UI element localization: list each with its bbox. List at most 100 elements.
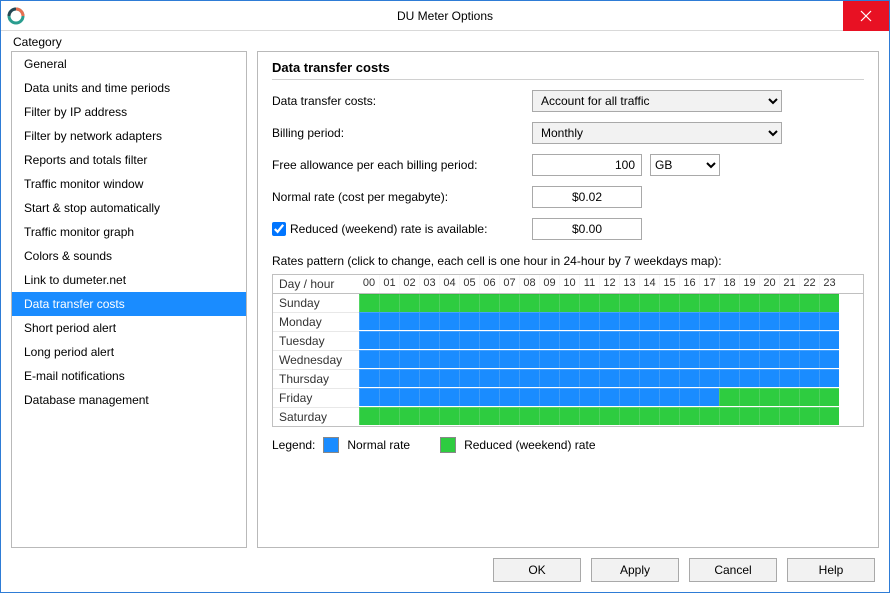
rate-cell[interactable] <box>419 388 439 406</box>
close-button[interactable] <box>843 1 889 31</box>
rate-cell[interactable] <box>779 407 799 425</box>
rate-cell[interactable] <box>359 331 379 349</box>
rate-cell[interactable] <box>759 388 779 406</box>
rate-cell[interactable] <box>679 350 699 368</box>
rate-cell[interactable] <box>379 294 399 312</box>
rate-cell[interactable] <box>759 350 779 368</box>
rate-cell[interactable] <box>699 388 719 406</box>
rate-cell[interactable] <box>639 388 659 406</box>
rate-cell[interactable] <box>439 331 459 349</box>
rate-cell[interactable] <box>539 312 559 330</box>
sidebar-item[interactable]: Database management <box>12 388 246 412</box>
rate-cell[interactable] <box>459 294 479 312</box>
rate-cell[interactable] <box>539 331 559 349</box>
rate-cell[interactable] <box>619 369 639 387</box>
rate-cell[interactable] <box>819 350 839 368</box>
rate-cell[interactable] <box>539 388 559 406</box>
rate-cell[interactable] <box>599 369 619 387</box>
ok-button[interactable]: OK <box>493 558 581 582</box>
rate-cell[interactable] <box>499 407 519 425</box>
rate-cell[interactable] <box>659 312 679 330</box>
rate-cell[interactable] <box>559 369 579 387</box>
rate-cell[interactable] <box>499 350 519 368</box>
rate-cell[interactable] <box>699 294 719 312</box>
rate-cell[interactable] <box>439 369 459 387</box>
rate-cell[interactable] <box>599 407 619 425</box>
rate-cell[interactable] <box>419 369 439 387</box>
rate-cell[interactable] <box>499 388 519 406</box>
cancel-button[interactable]: Cancel <box>689 558 777 582</box>
rate-cell[interactable] <box>559 331 579 349</box>
rate-cell[interactable] <box>719 407 739 425</box>
rate-cell[interactable] <box>479 350 499 368</box>
rate-cell[interactable] <box>779 369 799 387</box>
rate-cell[interactable] <box>399 350 419 368</box>
rate-cell[interactable] <box>819 388 839 406</box>
rate-cell[interactable] <box>359 350 379 368</box>
rate-cell[interactable] <box>519 388 539 406</box>
rate-cell[interactable] <box>359 369 379 387</box>
rate-cell[interactable] <box>719 350 739 368</box>
rates-pattern-grid[interactable]: Day / hour000102030405060708091011121314… <box>272 274 864 427</box>
rate-cell[interactable] <box>639 369 659 387</box>
rate-cell[interactable] <box>479 312 499 330</box>
rate-cell[interactable] <box>539 369 559 387</box>
rate-cell[interactable] <box>459 350 479 368</box>
rate-cell[interactable] <box>439 350 459 368</box>
sidebar-item[interactable]: Traffic monitor window <box>12 172 246 196</box>
sidebar-item[interactable]: Filter by network adapters <box>12 124 246 148</box>
rate-cell[interactable] <box>579 294 599 312</box>
input-free-allowance[interactable] <box>532 154 642 176</box>
rate-cell[interactable] <box>459 312 479 330</box>
rate-cell[interactable] <box>559 388 579 406</box>
sidebar-item[interactable]: Start & stop automatically <box>12 196 246 220</box>
rate-cell[interactable] <box>779 312 799 330</box>
rate-cell[interactable] <box>439 312 459 330</box>
rate-cell[interactable] <box>779 388 799 406</box>
rate-cell[interactable] <box>639 331 659 349</box>
rate-cell[interactable] <box>659 369 679 387</box>
sidebar-item[interactable]: Link to dumeter.net <box>12 268 246 292</box>
rate-cell[interactable] <box>519 369 539 387</box>
rate-cell[interactable] <box>459 331 479 349</box>
rate-cell[interactable] <box>579 388 599 406</box>
rate-cell[interactable] <box>499 331 519 349</box>
rate-cell[interactable] <box>679 294 699 312</box>
rate-cell[interactable] <box>439 407 459 425</box>
rate-cell[interactable] <box>659 350 679 368</box>
rate-cell[interactable] <box>359 312 379 330</box>
rate-cell[interactable] <box>599 312 619 330</box>
rate-cell[interactable] <box>479 331 499 349</box>
rate-cell[interactable] <box>799 312 819 330</box>
rate-cell[interactable] <box>619 294 639 312</box>
rate-cell[interactable] <box>779 331 799 349</box>
rate-cell[interactable] <box>379 388 399 406</box>
sidebar-item[interactable]: Reports and totals filter <box>12 148 246 172</box>
rate-cell[interactable] <box>679 407 699 425</box>
rate-cell[interactable] <box>619 331 639 349</box>
rate-cell[interactable] <box>519 350 539 368</box>
rate-cell[interactable] <box>559 294 579 312</box>
rate-cell[interactable] <box>699 350 719 368</box>
rate-cell[interactable] <box>599 331 619 349</box>
rate-cell[interactable] <box>599 388 619 406</box>
rate-cell[interactable] <box>799 331 819 349</box>
rate-cell[interactable] <box>679 312 699 330</box>
rate-cell[interactable] <box>799 388 819 406</box>
rate-cell[interactable] <box>499 312 519 330</box>
rate-cell[interactable] <box>479 407 499 425</box>
rate-cell[interactable] <box>419 331 439 349</box>
rate-cell[interactable] <box>739 312 759 330</box>
rate-cell[interactable] <box>359 388 379 406</box>
rate-cell[interactable] <box>599 294 619 312</box>
input-reduced-rate[interactable] <box>532 218 642 240</box>
checkbox-reduced-rate[interactable] <box>272 222 286 236</box>
rate-cell[interactable] <box>399 294 419 312</box>
rate-cell[interactable] <box>739 407 759 425</box>
input-normal-rate[interactable] <box>532 186 642 208</box>
sidebar-item[interactable]: Data transfer costs <box>12 292 246 316</box>
rate-cell[interactable] <box>819 312 839 330</box>
rate-cell[interactable] <box>539 350 559 368</box>
sidebar-item[interactable]: Colors & sounds <box>12 244 246 268</box>
rate-cell[interactable] <box>679 388 699 406</box>
